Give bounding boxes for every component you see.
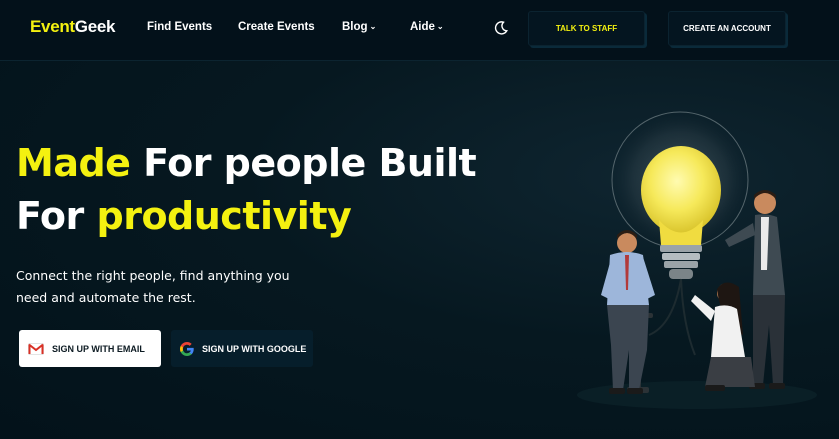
hero-title-highlight-made: Made xyxy=(16,141,131,185)
nav-find-events[interactable]: Find Events xyxy=(147,21,212,33)
nav-blog-label: Blog xyxy=(342,21,368,33)
hero-title-highlight-productivity: productivity xyxy=(96,194,352,238)
nav-aide-label: Aide xyxy=(410,21,435,33)
navbar: EventGeek Find Events Create Events Blog… xyxy=(0,0,839,61)
hero-title: Made For people Built For productivity xyxy=(16,137,477,243)
create-account-label: CREATE AN ACCOUNT xyxy=(683,24,771,33)
nav-create-events[interactable]: Create Events xyxy=(238,21,315,33)
google-icon xyxy=(180,341,194,356)
lightbulb-team-illustration xyxy=(577,111,817,409)
talk-to-staff-button[interactable]: TALK TO STAFF xyxy=(528,11,645,46)
nav-create-events-label: Create Events xyxy=(238,21,315,33)
logo[interactable]: EventGeek xyxy=(30,17,115,37)
chevron-down-icon: ⌄ xyxy=(436,22,444,31)
logo-part-event: Event xyxy=(30,17,75,36)
signup-google-label: SIGN UP WITH GOOGLE xyxy=(202,343,307,354)
gmail-icon xyxy=(28,342,44,355)
moon-icon[interactable] xyxy=(494,21,508,35)
signup-google-button[interactable]: SIGN UP WITH GOOGLE xyxy=(171,330,313,367)
hero-title-line1: For people Built xyxy=(130,141,477,185)
signup-email-label: SIGN UP WITH EMAIL xyxy=(52,343,145,354)
hero-title-line2: For xyxy=(16,194,97,238)
talk-to-staff-label: TALK TO STAFF xyxy=(555,24,618,33)
nav-aide[interactable]: Aide ⌄ xyxy=(410,21,444,33)
signup-email-button[interactable]: SIGN UP WITH EMAIL xyxy=(19,330,161,367)
hero-subtitle: Connect the right people, find anything … xyxy=(16,268,290,305)
chevron-down-icon: ⌄ xyxy=(369,22,377,31)
nav-find-events-label: Find Events xyxy=(147,21,213,33)
nav-blog[interactable]: Blog ⌄ xyxy=(342,21,376,33)
create-account-button[interactable]: CREATE AN ACCOUNT xyxy=(668,11,786,46)
logo-part-geek: Geek xyxy=(74,17,116,36)
